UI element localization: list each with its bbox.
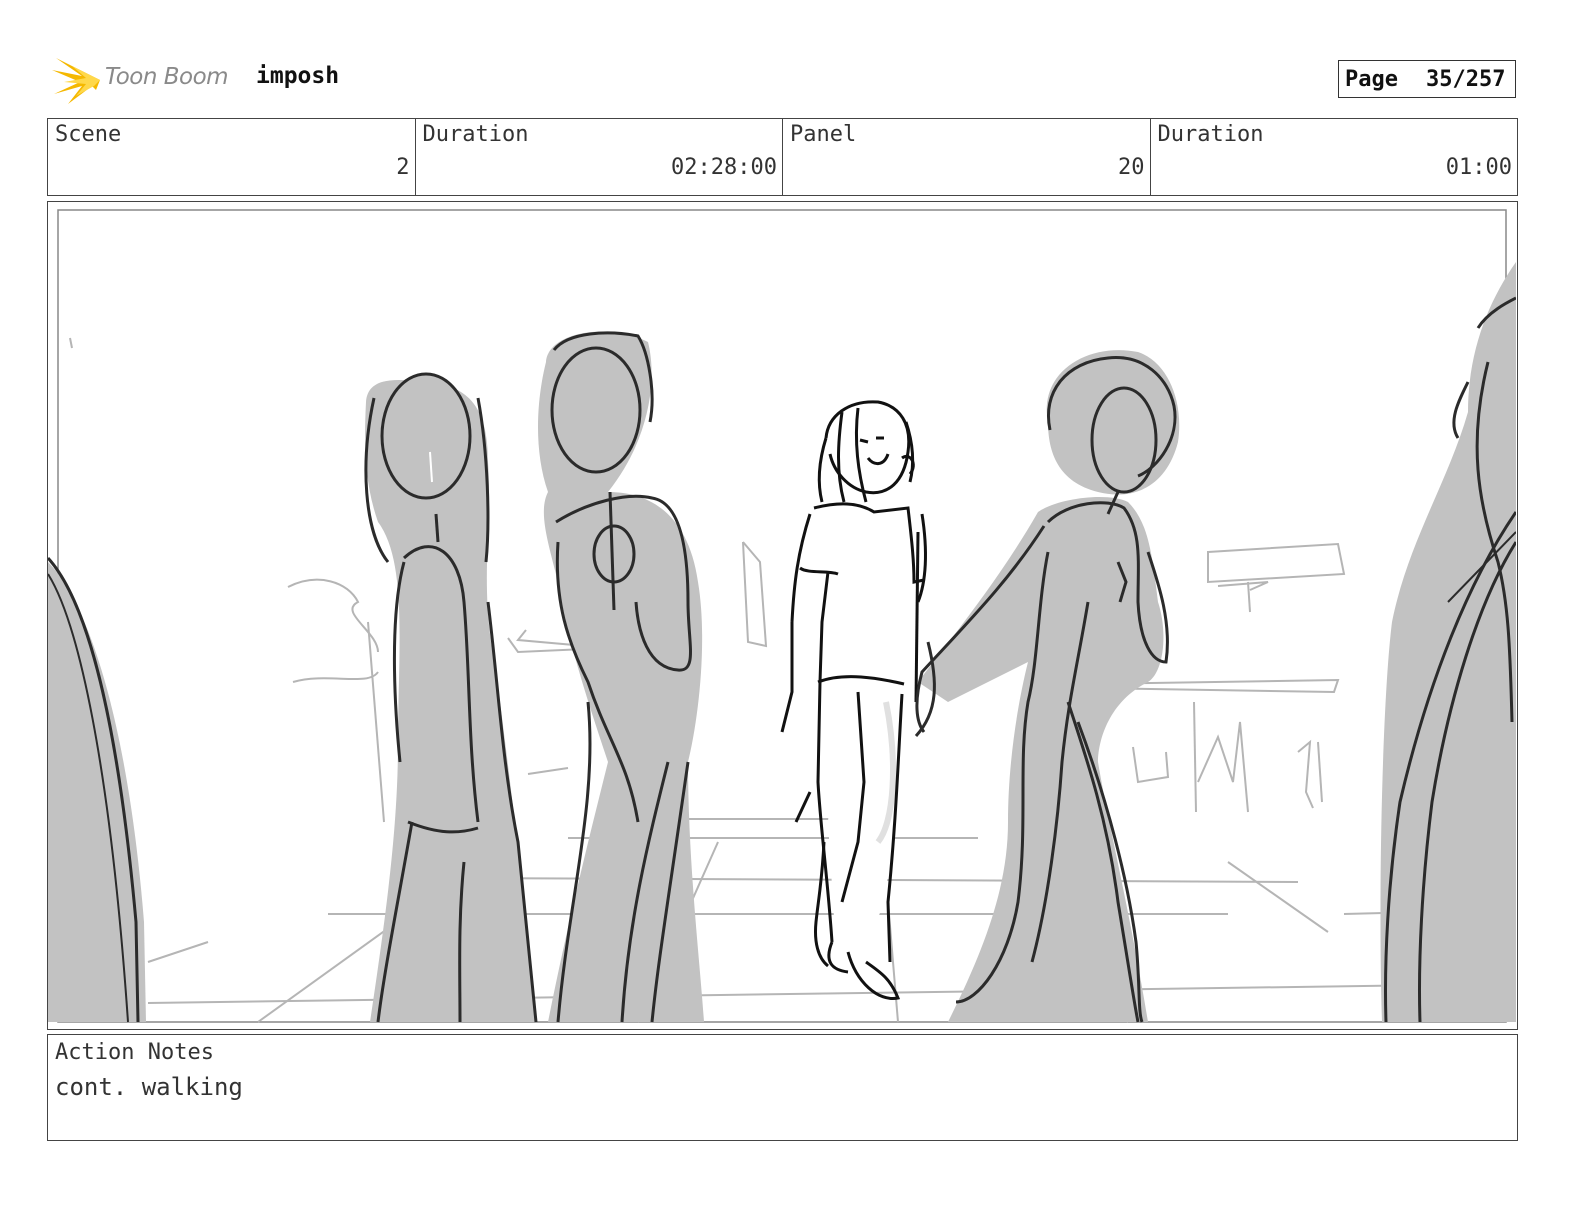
background-sketch <box>69 337 1509 1023</box>
page-value: 35/257 <box>1425 66 1506 92</box>
scene-label: Scene <box>55 122 122 147</box>
left-edge-figure <box>48 556 146 1023</box>
panel-info-table: Scene 2 Duration 02:28:00 Panel 20 Durat… <box>47 118 1518 196</box>
panel-label: Panel <box>790 122 857 147</box>
panel-cell: Panel 20 <box>783 119 1151 195</box>
action-notes-label: Action Notes <box>55 1040 214 1065</box>
action-notes-box: Action Notes cont. walking <box>47 1034 1518 1141</box>
right-edge-figure <box>1380 262 1516 1023</box>
curly-hair-figure <box>914 350 1180 1023</box>
page-label: Page <box>1345 66 1398 92</box>
page-counter: Page 35/257 <box>1338 60 1516 98</box>
starburst-icon <box>52 58 100 104</box>
long-hair-figure <box>364 372 538 1023</box>
scene-duration-label: Duration <box>422 122 529 147</box>
toon-boom-logo: Toon Boom <box>52 56 242 106</box>
brand-name: Toon Boom <box>105 64 229 90</box>
storyboard-sketch <box>48 209 1516 1023</box>
scene-duration-value: 02:28:00 <box>671 155 777 180</box>
panel-duration-cell: Duration 01:00 <box>1151 119 1518 195</box>
scene-value: 2 <box>396 155 410 180</box>
panel-duration-value: 01:00 <box>1445 155 1512 180</box>
project-title: imposh <box>256 63 340 89</box>
central-girl-figure <box>780 400 928 1000</box>
scene-cell: Scene 2 <box>48 119 416 195</box>
panel-value: 20 <box>1118 155 1145 180</box>
storyboard-frame <box>47 201 1518 1030</box>
panel-duration-label: Duration <box>1157 122 1264 147</box>
man-figure <box>538 331 704 1023</box>
action-notes-text: cont. walking <box>55 1073 243 1101</box>
scene-duration-cell: Duration 02:28:00 <box>416 119 783 195</box>
